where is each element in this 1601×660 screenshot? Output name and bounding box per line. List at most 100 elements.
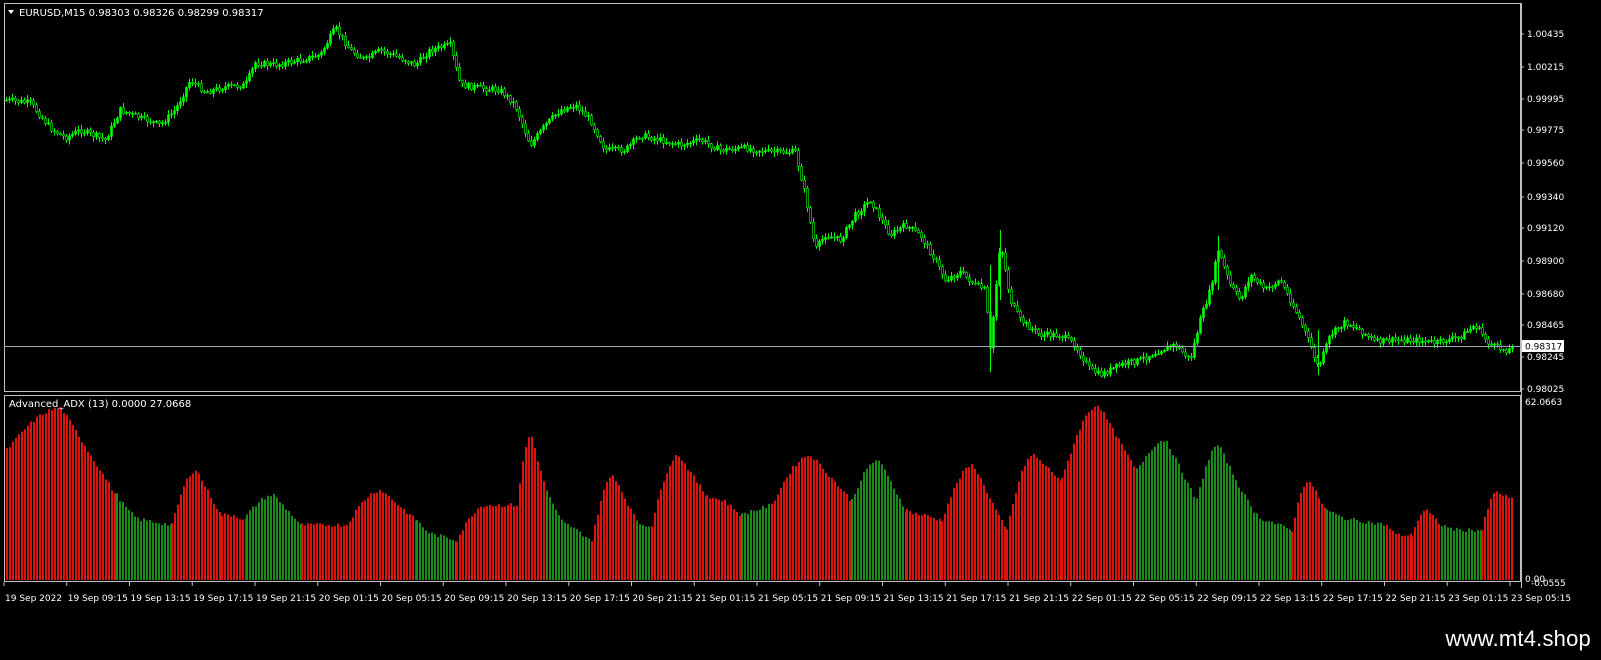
candle-body xyxy=(830,236,833,239)
adx-bar xyxy=(1407,535,1409,580)
adx-bar xyxy=(443,535,445,580)
adx-bar xyxy=(437,537,439,580)
candle-body xyxy=(716,145,719,151)
candle-body xyxy=(737,146,740,150)
adx-bar xyxy=(137,517,139,580)
adx-bar xyxy=(1024,466,1026,580)
candle-body xyxy=(773,150,776,153)
adx-bar xyxy=(1315,490,1317,580)
candle-body xyxy=(1193,342,1196,358)
adx-bar xyxy=(1417,520,1419,580)
adx-bar xyxy=(400,507,402,580)
candle-body xyxy=(590,115,593,126)
candle-body xyxy=(920,232,923,239)
adx-bar xyxy=(1208,459,1210,580)
candle-body xyxy=(944,274,947,282)
candle-body xyxy=(1139,357,1142,360)
adx-bar xyxy=(721,501,723,580)
candle-body xyxy=(677,142,680,145)
adx-bar xyxy=(255,506,257,580)
adx-bar xyxy=(282,504,284,580)
candle-body xyxy=(47,122,50,125)
candle-body xyxy=(1304,324,1307,332)
candle-body xyxy=(560,109,563,115)
candle-body xyxy=(1511,346,1514,350)
adx-bar xyxy=(516,505,518,580)
adx-bar xyxy=(60,406,62,580)
candle-body xyxy=(527,132,530,142)
adx-bar xyxy=(980,478,982,580)
candle-body xyxy=(1241,296,1244,299)
candle-body xyxy=(1001,252,1004,255)
adx-bar xyxy=(434,534,436,580)
chart-canvas[interactable]: EURUSD,M15 0.98303 0.98326 0.98299 0.983… xyxy=(0,0,1601,620)
adx-bar xyxy=(1441,526,1443,580)
chart-window[interactable]: EURUSD,M15 0.98303 0.98326 0.98299 0.983… xyxy=(0,0,1601,620)
candle-body xyxy=(1451,336,1454,340)
adx-bar xyxy=(1079,429,1081,580)
adx-bar xyxy=(828,476,830,580)
candle-body xyxy=(1112,367,1115,370)
candle-body xyxy=(1484,333,1487,340)
adx-bar xyxy=(906,508,908,580)
candle-body xyxy=(125,112,128,114)
candle-body xyxy=(1100,370,1103,377)
adx-bar xyxy=(660,489,662,580)
adx-bar xyxy=(1474,531,1476,580)
adx-bar xyxy=(789,473,791,580)
candle-body xyxy=(1331,334,1334,337)
adx-bar xyxy=(1051,471,1053,580)
adx-bar xyxy=(902,506,904,580)
adx-bar xyxy=(1220,447,1222,580)
adx-bar xyxy=(936,520,938,580)
candle-body xyxy=(803,179,806,189)
candle-body xyxy=(224,86,227,91)
adx-bar xyxy=(1163,441,1165,580)
adx-bar xyxy=(114,493,116,580)
adx-bar xyxy=(367,497,369,580)
adx-bar xyxy=(1435,518,1437,580)
adx-bar xyxy=(480,506,482,580)
time-tick-label: 21 Sep 05:15 xyxy=(758,594,818,604)
adx-bar xyxy=(1312,486,1314,580)
adx-bar xyxy=(579,531,581,580)
adx-bar xyxy=(513,506,515,580)
adx-bar xyxy=(431,532,433,580)
adx-bar xyxy=(319,523,321,580)
candle-body xyxy=(152,121,155,124)
candle-body xyxy=(755,151,758,154)
candle-body xyxy=(314,55,317,58)
time-tick-label: 22 Sep 17:15 xyxy=(1323,594,1383,604)
adx-bar xyxy=(1166,440,1168,580)
candle-body xyxy=(938,259,941,267)
adx-bar xyxy=(1048,467,1050,580)
adx-bar xyxy=(1484,516,1486,580)
adx-bar xyxy=(724,500,726,580)
symbol-header[interactable]: EURUSD,M15 0.98303 0.98326 0.98299 0.983… xyxy=(8,8,264,19)
adx-bar xyxy=(1335,513,1337,580)
candle-body xyxy=(182,96,185,103)
adx-bar xyxy=(819,463,821,580)
adx-bar xyxy=(1356,519,1358,580)
candle-body xyxy=(983,286,986,289)
candle-body xyxy=(1211,282,1214,291)
adx-bar xyxy=(99,470,101,580)
candle-body xyxy=(995,284,998,318)
adx-bar xyxy=(1456,527,1458,580)
adx-bar xyxy=(1139,465,1141,580)
candle-body xyxy=(1226,266,1229,276)
candle-body xyxy=(1457,336,1460,339)
candle-body xyxy=(1358,327,1361,330)
candle-body xyxy=(1067,335,1070,338)
candle-body xyxy=(842,237,845,242)
candle-body xyxy=(824,237,827,240)
adx-bar xyxy=(989,498,991,580)
candle-body xyxy=(1127,360,1130,365)
candle-body xyxy=(1421,340,1424,344)
adx-bar xyxy=(899,498,901,580)
adx-bar xyxy=(733,509,735,580)
adx-bar xyxy=(1118,438,1120,580)
adx-bar xyxy=(207,489,209,580)
adx-bar xyxy=(459,534,461,580)
adx-bar xyxy=(962,470,964,580)
